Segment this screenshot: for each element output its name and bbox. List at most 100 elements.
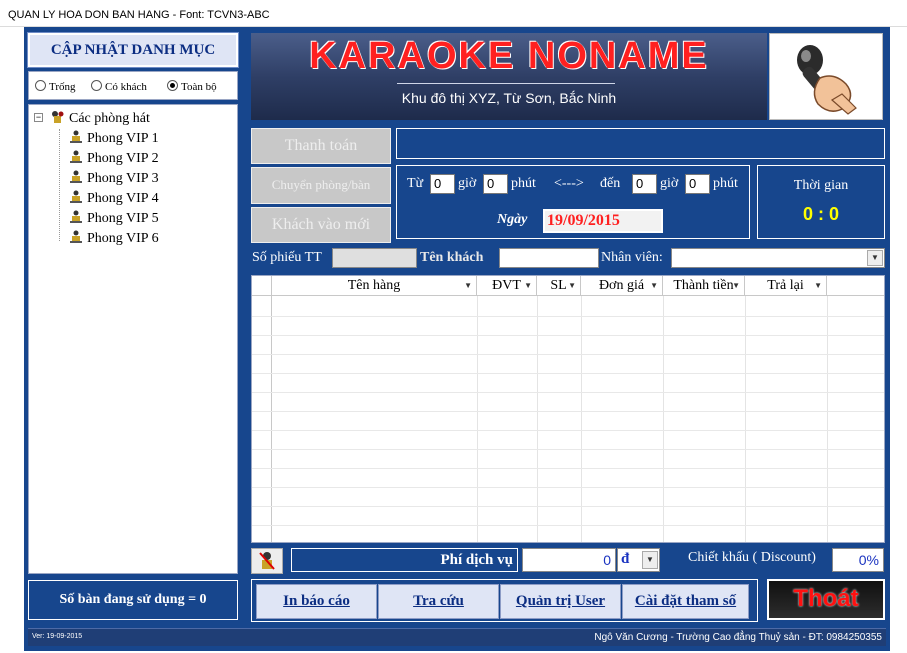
print-report-button[interactable]: In báo cáo bbox=[256, 584, 377, 619]
date-label: Ngày bbox=[497, 212, 528, 227]
room-label: Phong VIP 1 bbox=[87, 131, 159, 146]
from-label: Từ bbox=[407, 176, 424, 191]
date-input[interactable]: 19/09/2015 bbox=[543, 209, 663, 233]
staff-select[interactable]: ▼ bbox=[671, 248, 885, 268]
time-range-panel: Từ 0 giờ 0 phút <---> đến 0 giờ 0 phút N… bbox=[396, 165, 750, 239]
filter-all-radio[interactable]: Toàn bộ bbox=[167, 80, 217, 93]
banner-title: KARAOKE NONAME bbox=[309, 35, 709, 77]
to-hour-input[interactable]: 0 bbox=[632, 174, 657, 194]
discount-label: Chiết khấu ( Discount) bbox=[688, 550, 816, 565]
sort-dropdown-icon[interactable]: ▼ bbox=[464, 276, 472, 296]
range-arrow: <---> bbox=[554, 176, 584, 191]
status-footer: Ver: 19-09-2015 Ngô Văn Cương - Trường C… bbox=[28, 628, 886, 646]
column-header[interactable]: SL ▼ bbox=[537, 276, 581, 296]
new-guest-button[interactable]: Khách vào mới bbox=[251, 207, 391, 243]
grid-line bbox=[252, 430, 884, 431]
filter-all-label: Toàn bộ bbox=[181, 81, 217, 93]
filter-empty-radio[interactable]: Trống bbox=[35, 80, 76, 93]
karaoke-banner: KARAOKE NONAME Khu đô thị XYZ, Từ Sơn, B… bbox=[251, 33, 767, 120]
discount-input[interactable]: 0% bbox=[832, 548, 884, 572]
sort-dropdown-icon[interactable]: ▼ bbox=[568, 276, 576, 296]
column-header-label: Đơn giá bbox=[598, 278, 645, 293]
move-room-button[interactable]: Chuyển phòng/bàn bbox=[251, 167, 391, 204]
hour-label-2: giờ bbox=[660, 176, 679, 191]
tree-root[interactable]: Các phòng hát bbox=[51, 110, 150, 127]
minute-label-2: phút bbox=[713, 176, 738, 191]
radio-indicator bbox=[35, 80, 46, 91]
minute-label: phút bbox=[511, 176, 536, 191]
tree-item-room[interactable]: Phong VIP 6 bbox=[69, 230, 159, 247]
filter-occupied-label: Có khách bbox=[105, 81, 147, 93]
sort-dropdown-icon[interactable]: ▼ bbox=[524, 276, 532, 296]
grid-line bbox=[252, 468, 884, 469]
grid-line bbox=[252, 411, 884, 412]
clock-label: Thời gian bbox=[793, 178, 849, 193]
grid-line bbox=[252, 335, 884, 336]
chevron-down-icon[interactable]: ▼ bbox=[867, 250, 883, 266]
grid-line bbox=[252, 316, 884, 317]
sort-dropdown-icon[interactable]: ▼ bbox=[650, 276, 658, 296]
column-header-label: ĐVT bbox=[492, 278, 521, 293]
from-hour-input[interactable]: 0 bbox=[430, 174, 455, 194]
window-margin bbox=[890, 27, 907, 653]
tree-item-room[interactable]: Phong VIP 3 bbox=[69, 170, 159, 187]
delete-item-icon bbox=[259, 552, 275, 570]
microphone-icon bbox=[797, 45, 857, 115]
column-header[interactable]: Trả lại ▼ bbox=[745, 276, 827, 296]
karaoke-group-icon bbox=[52, 111, 64, 123]
pay-button[interactable]: Thanh toán bbox=[251, 128, 391, 164]
column-header[interactable]: Tên hàng ▼ bbox=[272, 276, 477, 296]
column-header-label: Trả lại bbox=[767, 278, 804, 293]
tree-collapse-toggle[interactable]: − bbox=[34, 113, 43, 122]
hour-label: giờ bbox=[458, 176, 477, 191]
from-minute-input[interactable]: 0 bbox=[483, 174, 508, 194]
service-fee-input[interactable]: 0 bbox=[522, 548, 616, 572]
filter-occupied-radio[interactable]: Có khách bbox=[91, 80, 147, 93]
radio-indicator-selected bbox=[167, 80, 178, 91]
tree-item-room[interactable]: Phong VIP 2 bbox=[69, 150, 159, 167]
tree-item-room[interactable]: Phong VIP 1 bbox=[69, 130, 159, 147]
clock-panel: Thời gian 0 : 0 bbox=[757, 165, 885, 239]
column-header[interactable]: Đơn giá ▼ bbox=[581, 276, 663, 296]
room-icon bbox=[70, 190, 82, 203]
column-header-label: SL bbox=[550, 278, 567, 293]
exit-button[interactable]: Thoát bbox=[767, 579, 885, 620]
lookup-button[interactable]: Tra cứu bbox=[378, 584, 499, 619]
grid-corner[interactable] bbox=[252, 276, 272, 296]
banner-divider bbox=[397, 83, 615, 84]
delete-item-button[interactable] bbox=[251, 548, 283, 574]
grid-line bbox=[252, 449, 884, 450]
currency-select[interactable]: đ ▼ bbox=[617, 548, 660, 572]
sort-dropdown-icon[interactable]: ▼ bbox=[814, 276, 822, 296]
room-icon bbox=[70, 130, 82, 143]
tree-connector bbox=[59, 129, 60, 241]
invoice-number-input[interactable] bbox=[332, 248, 417, 268]
guest-name-input[interactable] bbox=[499, 248, 599, 268]
tree-item-room[interactable]: Phong VIP 4 bbox=[69, 190, 159, 207]
service-fee-label: Phí dịch vụ bbox=[291, 548, 518, 572]
room-filter: Trống Có khách Toàn bộ bbox=[28, 71, 238, 100]
order-items-grid[interactable]: Tên hàng ▼ ĐVT ▼ SL ▼ Đơn giá ▼ Thành tiền ▼ … bbox=[251, 275, 885, 543]
grid-header: Tên hàng ▼ ĐVT ▼ SL ▼ Đơn giá ▼ Thành tiền ▼ … bbox=[252, 276, 884, 296]
sort-dropdown-icon[interactable]: ▼ bbox=[732, 276, 740, 296]
room-label: Phong VIP 3 bbox=[87, 171, 159, 186]
guest-name-label: Tên khách bbox=[420, 250, 484, 265]
version-label: Ver: 19-09-2015 bbox=[32, 633, 83, 640]
room-icon bbox=[70, 150, 82, 163]
room-label: Phong VIP 4 bbox=[87, 191, 159, 206]
tables-in-use-status: Số bàn đang sử dụng = 0 bbox=[28, 580, 238, 620]
to-minute-input[interactable]: 0 bbox=[685, 174, 710, 194]
grid-line bbox=[252, 525, 884, 526]
update-catalog-button[interactable]: CẬP NHẬT DANH MỤC bbox=[27, 32, 239, 68]
column-header[interactable]: Thành tiền ▼ bbox=[663, 276, 745, 296]
filter-empty-label: Trống bbox=[49, 81, 76, 93]
column-header[interactable]: ĐVT ▼ bbox=[477, 276, 537, 296]
column-header-label: Tên hàng bbox=[347, 278, 401, 293]
room-label: Phong VIP 6 bbox=[87, 231, 159, 246]
settings-button[interactable]: Cài đặt tham số bbox=[622, 584, 749, 619]
tree-root-label: Các phòng hát bbox=[69, 111, 150, 126]
chevron-down-icon[interactable]: ▼ bbox=[642, 551, 658, 569]
grid-line bbox=[252, 392, 884, 393]
tree-item-room[interactable]: Phong VIP 5 bbox=[69, 210, 159, 227]
user-admin-button[interactable]: Quản trị User bbox=[500, 584, 621, 619]
